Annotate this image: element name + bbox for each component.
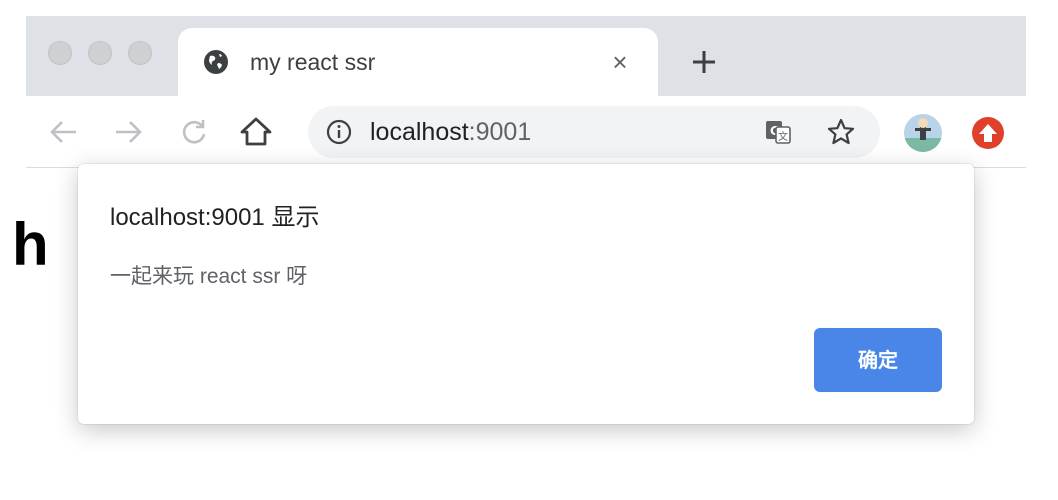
translate-icon[interactable]: G 文 xyxy=(764,118,792,146)
globe-icon xyxy=(204,50,228,74)
close-window-button[interactable] xyxy=(48,41,72,65)
reload-icon[interactable] xyxy=(176,114,212,150)
dialog-message: 一起来玩 react ssr 呀 xyxy=(110,265,308,288)
url-port: :9001 xyxy=(468,118,532,146)
info-icon[interactable] xyxy=(326,119,352,145)
avatar[interactable] xyxy=(904,114,942,152)
url-text[interactable]: localhost:9001 xyxy=(370,118,531,146)
tab-title: my react ssr xyxy=(250,49,376,75)
tab-close-icon[interactable]: × xyxy=(604,46,636,78)
extension-icon[interactable] xyxy=(972,117,1004,149)
tab-strip: my react ssr × xyxy=(26,16,1026,96)
tab-my-react-ssr[interactable]: my react ssr × xyxy=(178,28,658,96)
browser-toolbar: localhost:9001 G 文 xyxy=(26,96,1026,168)
svg-text:文: 文 xyxy=(778,130,788,143)
home-icon[interactable] xyxy=(238,114,274,150)
upload-arrow-icon xyxy=(979,124,997,142)
minimize-window-button[interactable] xyxy=(88,41,112,65)
arrow-right-icon[interactable] xyxy=(110,114,146,150)
ok-button[interactable]: 确定 xyxy=(814,328,942,392)
star-icon[interactable] xyxy=(826,117,856,147)
maximize-window-button[interactable] xyxy=(128,41,152,65)
address-bar[interactable]: localhost:9001 G 文 xyxy=(308,106,880,158)
url-host: localhost xyxy=(370,118,469,146)
plus-icon[interactable] xyxy=(686,44,722,80)
page-heading: h xyxy=(12,211,49,278)
alert-dialog: localhost:9001 显示 一起来玩 react ssr 呀 确定 xyxy=(78,164,974,424)
arrow-left-icon[interactable] xyxy=(46,114,82,150)
dialog-title: localhost:9001 显示 xyxy=(110,204,320,231)
profile-picture xyxy=(904,118,942,152)
